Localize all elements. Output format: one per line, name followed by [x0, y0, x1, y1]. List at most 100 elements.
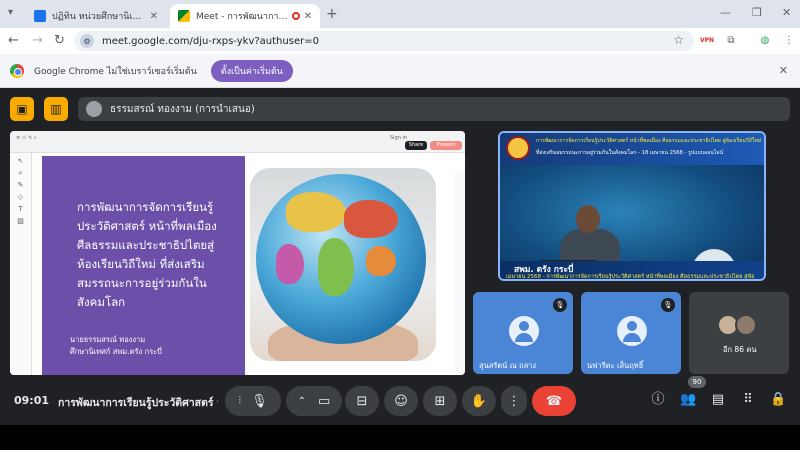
infobar-message: Google Chrome ไม่ใช่เบราว์เซอร์เริ่มต้น: [34, 66, 197, 77]
globe-image: [250, 168, 436, 361]
slide-title-line: สังคมโลก: [77, 295, 126, 309]
profile-icon[interactable]: ◍: [758, 34, 772, 48]
back-icon[interactable]: ←: [8, 33, 19, 48]
banner-line-2: ที่ส่งเสริมสมรรถนะการอยู่ร่วมกันในสังคมโ…: [536, 150, 724, 156]
present-screen-icon: ⊞: [434, 393, 446, 409]
calendar-favicon-icon: [34, 10, 46, 22]
close-tab-icon[interactable]: ✕: [304, 11, 312, 22]
extensions-icon[interactable]: ⧉: [724, 34, 738, 48]
slide-author: นายธรรมสรณ์ ทองงาม ศึกษานิเทศก์ สพม.ตรัง…: [70, 334, 240, 358]
meeting-info-icon[interactable]: ⓘ: [650, 392, 666, 408]
leave-call-button[interactable]: ☎: [532, 386, 576, 416]
raise-hand-button[interactable]: ✋: [462, 386, 496, 416]
seal-logo: [506, 136, 530, 160]
restore-icon[interactable]: ❐: [752, 6, 762, 19]
mic-control[interactable]: ⫶ 🎙: [225, 386, 281, 416]
more-vert-icon: ⋮: [507, 393, 521, 409]
mini-title: Sign in: [390, 135, 408, 141]
author-role: ศึกษานิเทศก์ สพม.ตรัง กระบี่: [70, 347, 162, 356]
slides-toolbar: ≡ ▭ ✎ ⌕ Sign in Share Present: [10, 131, 465, 153]
participant-avatar: [617, 316, 647, 346]
participant-tile[interactable]: 🎙 นฟารีดะ เส็นฤทธิ์: [581, 292, 681, 374]
hand-icon: ✋: [470, 393, 488, 409]
speaker-video-tile[interactable]: การพัฒนาการจัดการเรียนรู้ประวัติศาสตร์ ห…: [498, 131, 766, 281]
slide-title-line: ประวัติศาสตร์ หน้าที่พลเมือง: [77, 219, 217, 233]
reactions-button[interactable]: ☺: [384, 386, 418, 416]
participant-avatar: [509, 316, 539, 346]
participant-name: นฟารีดะ เส็นฤทธิ์: [587, 361, 644, 370]
presenter-name: ธรรมสรณ์ ทองงาม (การนำเสนอ): [110, 103, 255, 115]
presenter-bar: ธรรมสรณ์ ทองงาม (การนำเสนอ): [78, 97, 790, 121]
share-button: Share: [405, 141, 427, 150]
close-window-icon[interactable]: ✕: [782, 6, 791, 19]
speaker-head: [576, 205, 600, 233]
present-button: Present: [430, 141, 462, 150]
people-icon[interactable]: 👥: [680, 392, 696, 408]
layout-icon[interactable]: ▥: [44, 97, 68, 121]
close-tab-icon[interactable]: ✕: [150, 11, 158, 22]
chat-icon[interactable]: ▤: [710, 392, 726, 408]
default-browser-infobar: Google Chrome ไม่ใช่เบราว์เซอร์เริ่มต้น …: [0, 54, 800, 88]
tab-calendar[interactable]: ปฏิทิน หน่วยศึกษานิเทศก์ สพฐ. - นิ ✕: [26, 4, 166, 28]
shape-tool-icon: ◇: [17, 193, 24, 201]
meeting-title: การพัฒนาการเรียนรู้ประวัติศาสตร์ หน้...: [58, 397, 218, 409]
slide-canvas: การพัฒนาการจัดการเรียนรู้ ประวัติศาสตร์ …: [42, 156, 444, 375]
image-tool-icon: ▨: [17, 217, 24, 225]
camera-control[interactable]: ⌃ ▭: [286, 386, 342, 416]
more-options-button[interactable]: ⋮: [501, 386, 527, 416]
minimize-icon[interactable]: —: [720, 6, 731, 19]
participant-tile[interactable]: 🎙 สุนสรัตน์ ณ ถลาง: [473, 292, 573, 374]
activities-icon[interactable]: ⠿: [740, 392, 756, 408]
globe-shape: [256, 174, 426, 344]
lower-third: สพม. ตรัง กระบี่ เมษายน 2568 - การพัฒนาก…: [500, 261, 764, 280]
clock: 09:01: [14, 394, 50, 407]
banner-line-1: การพัฒนาการจัดการเรียนรู้ประวัติศาสตร์ ห…: [536, 138, 762, 144]
slide-purple-panel: การพัฒนาการจัดการเรียนรู้ ประวัติศาสตร์ …: [42, 156, 245, 375]
more-participants-label: อีก 86 คน: [723, 345, 757, 354]
recording-indicator-icon: [291, 12, 300, 20]
zoom-tool-icon: ⌕: [18, 169, 23, 177]
meet-stage: ▣ ▥ ธรรมสรณ์ ทองงาม (การนำเสนอ) ≡ ▭ ✎ ⌕ …: [0, 89, 800, 425]
camera-off-icon[interactable]: ▣: [10, 97, 34, 121]
vpn-extension-icon[interactable]: VPN: [700, 34, 714, 48]
lower-third-subtitle: เมษายน 2568 - การพัฒนาการจัดการเรียนรู้ป…: [506, 274, 755, 280]
chevron-up-icon: ⌃: [297, 395, 307, 407]
host-controls-icon[interactable]: 🔒: [770, 392, 786, 408]
audio-levels-icon: ⫶: [238, 394, 242, 407]
emoji-icon: ☺: [394, 393, 408, 409]
infobar-close-icon[interactable]: ✕: [779, 64, 788, 77]
text-tool-icon: T: [18, 205, 23, 213]
slide-title-line: การพัฒนาการจัดการเรียนรู้: [77, 200, 214, 214]
tab-search-icon[interactable]: ▾: [8, 7, 20, 19]
video-camera-icon: ▭: [318, 393, 331, 409]
tab-meet[interactable]: Meet - การพัฒนาการเรียนรู้ประ ✕: [170, 4, 320, 28]
slide-title-line: ห้องเรียนวิถีใหม่ ที่ส่งเสริม: [77, 257, 205, 271]
mic-off-icon: 🎙: [661, 298, 675, 312]
captions-button[interactable]: ⊟: [345, 386, 379, 416]
microphone-icon: 🎙: [251, 393, 268, 409]
forward-icon[interactable]: →: [32, 33, 43, 48]
participant-count-badge: 90: [688, 376, 706, 388]
pen-tool-icon: ✎: [17, 181, 24, 189]
chrome-logo-icon: [10, 63, 24, 78]
tab-title: Meet - การพัฒนาการเรียนรู้ประ: [196, 12, 288, 22]
author-name: นายธรรมสรณ์ ทองงาม: [70, 335, 146, 344]
site-info-icon[interactable]: ⚙: [80, 34, 94, 48]
select-tool-icon: ↖: [17, 157, 24, 165]
present-now-button[interactable]: ⊞: [423, 386, 457, 416]
bookmark-star-icon[interactable]: ☆: [673, 33, 684, 47]
set-default-button[interactable]: ตั้งเป็นค่าเริ่มต้น: [210, 59, 293, 82]
more-participants-tile[interactable]: อีก 86 คน: [689, 292, 789, 374]
slides-right-rail: [455, 171, 465, 375]
reload-icon[interactable]: ↻: [54, 33, 65, 48]
slide-title-line: ศีลธรรมและประชาธิปไตยสู่: [77, 238, 215, 252]
participant-name: สุนสรัตน์ ณ ถลาง: [479, 361, 537, 370]
mic-off-icon: 🎙: [553, 298, 567, 312]
call-controls: 09:01 การพัฒนาการเรียนรู้ประวัติศาสตร์ ห…: [0, 376, 800, 422]
url-text: meet.google.com/dju-rxps-ykv?authuser=0: [102, 35, 319, 47]
shared-screen[interactable]: ≡ ▭ ✎ ⌕ Sign in Share Present ↖ ⌕ ✎ ◇ T …: [10, 131, 465, 375]
menu-icon[interactable]: ⋮: [782, 34, 796, 48]
slide-title-line: สมรรถนะการอยู่ร่วมกันใน: [77, 276, 207, 290]
new-tab-button[interactable]: +: [326, 6, 338, 22]
address-bar[interactable]: ⚙ meet.google.com/dju-rxps-ykv?authuser=…: [74, 31, 694, 51]
